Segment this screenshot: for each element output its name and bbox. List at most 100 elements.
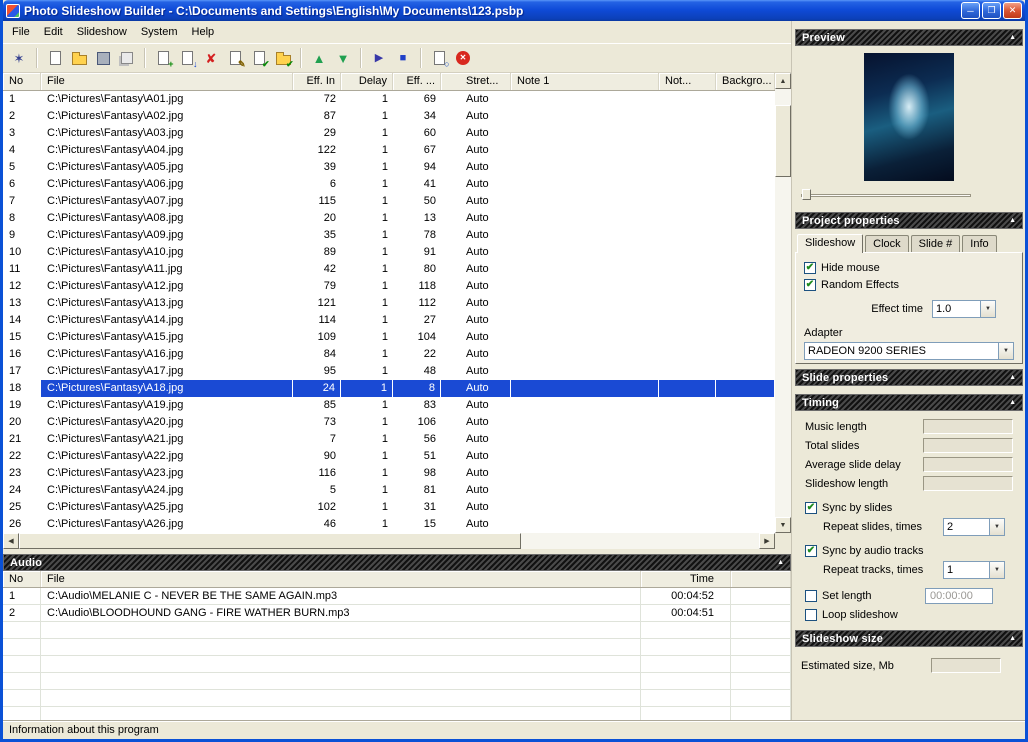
slideshow-size-section-header[interactable]: Slideshow size ▲: [795, 630, 1023, 647]
slider-track[interactable]: [801, 194, 971, 197]
table-row[interactable]: 16C:\Pictures\Fantasy\A16.jpg84122Auto: [3, 346, 775, 363]
sync-by-slides-checkbox[interactable]: ✔: [805, 502, 817, 514]
column-header[interactable]: Eff. ...: [393, 73, 441, 90]
table-row[interactable]: 15C:\Pictures\Fantasy\A15.jpg1091104Auto: [3, 329, 775, 346]
close-button[interactable]: ✕: [1003, 2, 1022, 19]
table-row[interactable]: 7C:\Pictures\Fantasy\A07.jpg115150Auto: [3, 193, 775, 210]
toolbar-preview-button[interactable]: ○: [427, 47, 451, 70]
table-row[interactable]: 2C:\Pictures\Fantasy\A02.jpg87134Auto: [3, 108, 775, 125]
dropdown-arrow-icon[interactable]: ▼: [980, 301, 995, 317]
set-length-checkbox[interactable]: [805, 590, 817, 602]
effect-time-dropdown[interactable]: 1.0 ▼: [932, 300, 996, 318]
table-row[interactable]: 11C:\Pictures\Fantasy\A11.jpg42180Auto: [3, 261, 775, 278]
table-row[interactable]: 25C:\Pictures\Fantasy\A25.jpg102131Auto: [3, 499, 775, 516]
toolbar-insert-files-button[interactable]: ↓: [175, 47, 199, 70]
toolbar-open-slideshow-button[interactable]: [67, 47, 91, 70]
slide-properties-section-header[interactable]: Slide properties ▲: [795, 369, 1023, 386]
toolbar-check-slides-button[interactable]: ✔: [247, 47, 271, 70]
menu-help[interactable]: Help: [185, 23, 222, 41]
vertical-scrollbar[interactable]: ▲ ▼: [775, 73, 791, 533]
table-row[interactable]: 23C:\Pictures\Fantasy\A23.jpg116198Auto: [3, 465, 775, 482]
column-header[interactable]: Time: [641, 571, 731, 587]
dropdown-arrow-icon[interactable]: ▼: [989, 519, 1004, 535]
audio-row[interactable]: 2C:\Audio\BLOODHOUND GANG - FIRE WATHER …: [3, 605, 791, 622]
toolbar-save-slideshow-button[interactable]: [91, 47, 115, 70]
column-header[interactable]: [731, 571, 791, 587]
table-row[interactable]: 19C:\Pictures\Fantasy\A19.jpg85183Auto: [3, 397, 775, 414]
dropdown-arrow-icon[interactable]: ▼: [989, 562, 1004, 578]
table-row[interactable]: 20C:\Pictures\Fantasy\A20.jpg731106Auto: [3, 414, 775, 431]
toolbar-abort-button[interactable]: ✕: [451, 47, 475, 70]
hide-mouse-checkbox[interactable]: ✔: [804, 262, 816, 274]
repeat-slides-dropdown[interactable]: 2 ▼: [943, 518, 1005, 536]
table-row[interactable]: 21C:\Pictures\Fantasy\A21.jpg7156Auto: [3, 431, 775, 448]
table-row[interactable]: 3C:\Pictures\Fantasy\A03.jpg29160Auto: [3, 125, 775, 142]
audio-row[interactable]: 1C:\Audio\MELANIE C - NEVER BE THE SAME …: [3, 588, 791, 605]
loop-slideshow-checkbox[interactable]: [805, 609, 817, 621]
column-header[interactable]: File: [41, 73, 293, 90]
table-row[interactable]: 24C:\Pictures\Fantasy\A24.jpg5181Auto: [3, 482, 775, 499]
collapse-icon[interactable]: ▲: [1009, 399, 1016, 406]
table-row[interactable]: 4C:\Pictures\Fantasy\A04.jpg122167Auto: [3, 142, 775, 159]
maximize-button[interactable]: ❐: [982, 2, 1001, 19]
toolbar-scan-folder-button[interactable]: ✔: [271, 47, 295, 70]
random-effects-checkbox[interactable]: ✔: [804, 279, 816, 291]
table-row[interactable]: 12C:\Pictures\Fantasy\A12.jpg791118Auto: [3, 278, 775, 295]
tab-slide[interactable]: Slide #: [911, 235, 961, 253]
audio-section-header[interactable]: Audio ▲: [3, 554, 791, 571]
tab-info[interactable]: Info: [962, 235, 996, 253]
vertical-scroll-track[interactable]: [775, 89, 791, 517]
set-length-field[interactable]: 00:00:00: [925, 588, 993, 604]
preview-slider[interactable]: [801, 189, 971, 201]
collapse-icon[interactable]: ▲: [1009, 635, 1016, 642]
slider-thumb[interactable]: [802, 189, 811, 200]
menu-slideshow[interactable]: Slideshow: [70, 23, 134, 41]
toolbar-move-down-button[interactable]: ▼: [331, 47, 355, 70]
toolbar-move-up-button[interactable]: ▲: [307, 47, 331, 70]
column-header[interactable]: Backgro...: [716, 73, 775, 90]
table-row[interactable]: 14C:\Pictures\Fantasy\A14.jpg114127Auto: [3, 312, 775, 329]
table-row[interactable]: 22C:\Pictures\Fantasy\A22.jpg90151Auto: [3, 448, 775, 465]
table-row[interactable]: 26C:\Pictures\Fantasy\A26.jpg46115Auto: [3, 516, 775, 533]
toolbar-delete-slide-button[interactable]: ✘: [199, 47, 223, 70]
table-row[interactable]: 13C:\Pictures\Fantasy\A13.jpg1211112Auto: [3, 295, 775, 312]
scroll-left-button[interactable]: ◀: [3, 533, 19, 549]
tab-slideshow[interactable]: Slideshow: [797, 234, 863, 253]
collapse-icon[interactable]: ▲: [1009, 34, 1016, 41]
horizontal-scroll-thumb[interactable]: [19, 533, 521, 549]
collapse-icon[interactable]: ▲: [777, 559, 784, 566]
tab-clock[interactable]: Clock: [865, 235, 909, 253]
project-properties-section-header[interactable]: Project properties ▲: [795, 212, 1023, 229]
minimize-button[interactable]: ─: [961, 2, 980, 19]
toolbar-copies-button[interactable]: [115, 47, 139, 70]
collapse-icon[interactable]: ▲: [1009, 217, 1016, 224]
table-row[interactable]: 8C:\Pictures\Fantasy\A08.jpg20113Auto: [3, 210, 775, 227]
scroll-right-button[interactable]: ▶: [759, 533, 775, 549]
column-header[interactable]: No: [3, 73, 41, 90]
timing-section-header[interactable]: Timing ▲: [795, 394, 1023, 411]
title-bar[interactable]: Photo Slideshow Builder - C:\Documents a…: [3, 0, 1025, 21]
toolbar-slide-properties-button[interactable]: ✎: [223, 47, 247, 70]
toolbar-stop-button[interactable]: ■: [391, 47, 415, 70]
menu-file[interactable]: File: [5, 23, 37, 41]
horizontal-scrollbar[interactable]: ◀ ▶: [3, 533, 775, 549]
toolbar-wizard-button[interactable]: ✶: [7, 47, 31, 70]
dropdown-arrow-icon[interactable]: ▼: [998, 343, 1013, 359]
column-header[interactable]: Delay: [341, 73, 393, 90]
horizontal-scroll-track[interactable]: [19, 533, 759, 549]
table-row[interactable]: 10C:\Pictures\Fantasy\A10.jpg89191Auto: [3, 244, 775, 261]
scroll-up-button[interactable]: ▲: [775, 73, 791, 89]
table-row[interactable]: 1C:\Pictures\Fantasy\A01.jpg72169Auto: [3, 91, 775, 108]
vertical-scroll-thumb[interactable]: [775, 105, 791, 177]
menu-edit[interactable]: Edit: [37, 23, 70, 41]
column-header[interactable]: No: [3, 571, 41, 587]
column-header[interactable]: Note 1: [511, 73, 659, 90]
column-header[interactable]: Stret...: [441, 73, 511, 90]
column-header[interactable]: File: [41, 571, 641, 587]
column-header[interactable]: Not...: [659, 73, 716, 90]
scroll-down-button[interactable]: ▼: [775, 517, 791, 533]
collapse-icon[interactable]: ▲: [1009, 374, 1016, 381]
table-row[interactable]: 9C:\Pictures\Fantasy\A09.jpg35178Auto: [3, 227, 775, 244]
column-header[interactable]: Eff. In: [293, 73, 341, 90]
menu-system[interactable]: System: [134, 23, 185, 41]
